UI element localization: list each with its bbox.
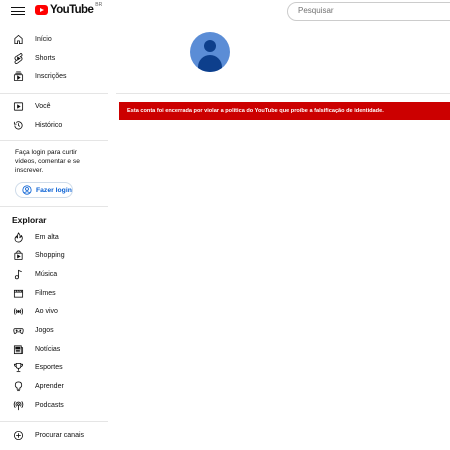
sidebar-item-label: Jogos [35,326,54,334]
history-icon [12,119,24,131]
sidebar-item-history[interactable]: Histórico [0,116,108,134]
sidebar-item-label: Procurar canais [35,431,85,439]
sidebar-item-label: Filmes [35,289,56,297]
sidebar-item-label: Aprender [35,382,64,390]
sidebar-item-sports[interactable]: Esportes [0,358,108,376]
sidebar-item-label: Início [35,35,52,43]
search-box[interactable] [287,2,450,21]
sidebar-item-learning[interactable]: Aprender [0,377,108,395]
sidebar-item-you[interactable]: Você [0,97,108,115]
sign-in-label: Fazer login [36,186,72,194]
sidebar-divider [0,93,108,94]
sidebar-item-live[interactable]: Ao vivo [0,302,108,320]
sports-icon [12,361,24,373]
avatar-head [204,40,216,52]
masthead: YouTube BR [0,0,450,24]
avatar-body [198,55,222,72]
sidebar-item-shorts[interactable]: Shorts [0,49,108,67]
sidebar-item-label: Shopping [35,251,65,259]
sidebar-item-shopping[interactable]: Shopping [0,246,108,264]
sidebar-item-label: Shorts [35,54,56,62]
sidebar-item-movies[interactable]: Filmes [0,284,108,302]
sidebar-item-browse-channels[interactable]: Procurar canais [0,426,108,444]
add-circle-icon [12,429,24,441]
sidebar-item-label: Você [35,102,51,110]
sidebar-item-gaming[interactable]: Jogos [0,321,108,339]
sidebar-item-label: Notícias [35,345,61,353]
sidebar-item-label: Ao vivo [35,307,58,315]
learning-icon [12,380,24,392]
sidebar-divider [0,140,108,141]
account-circle-icon [22,185,32,195]
sidebar-item-label: Inscrições [35,72,67,80]
sidebar-item-subscriptions[interactable]: Inscrições [0,67,108,85]
sidebar-item-news[interactable]: Notícias [0,340,108,358]
sidebar-item-label: Histórico [35,121,63,129]
sidebar-divider [0,206,108,207]
sidebar-item-label: Em alta [35,233,59,241]
sidebar-item-label: Podcasts [35,401,64,409]
sidebar-item-trending[interactable]: Em alta [0,228,108,246]
music-icon [12,268,24,280]
podcasts-icon [12,399,24,411]
sign-in-button[interactable]: Fazer login [15,182,73,198]
sidebar-item-label: Esportes [35,363,63,371]
channel-avatar [190,32,230,72]
sidebar-item-podcasts[interactable]: Podcasts [0,396,108,414]
channel-header-divider [116,93,450,94]
shorts-icon [12,52,24,64]
live-icon [12,305,24,317]
news-icon [12,343,24,355]
gaming-icon [12,324,24,336]
sidebar-divider [0,421,108,422]
movies-icon [12,287,24,299]
explore-heading: Explorar [12,215,47,225]
subscriptions-icon [12,70,24,82]
country-code: BR [95,2,103,8]
sidebar-item-label: Música [35,270,58,278]
sidebar-item-music[interactable]: Música [0,265,108,283]
trending-icon [12,231,24,243]
sidebar-item-home[interactable]: Início [0,30,108,48]
you-icon [12,100,24,112]
login-prompt: Faça login para curtir vídeos, comentar … [15,149,80,174]
youtube-play-icon [35,5,48,15]
search-input[interactable] [298,6,448,15]
account-terminated-alert: Esta conta foi encerrada por violar a po… [119,102,450,120]
hamburger-menu-icon[interactable] [11,5,25,17]
shopping-icon [12,249,24,261]
logo-text: YouTube [50,4,94,16]
alert-message: Esta conta foi encerrada por violar a po… [127,108,384,114]
home-icon [12,33,24,45]
youtube-logo[interactable]: YouTube BR [35,2,103,16]
